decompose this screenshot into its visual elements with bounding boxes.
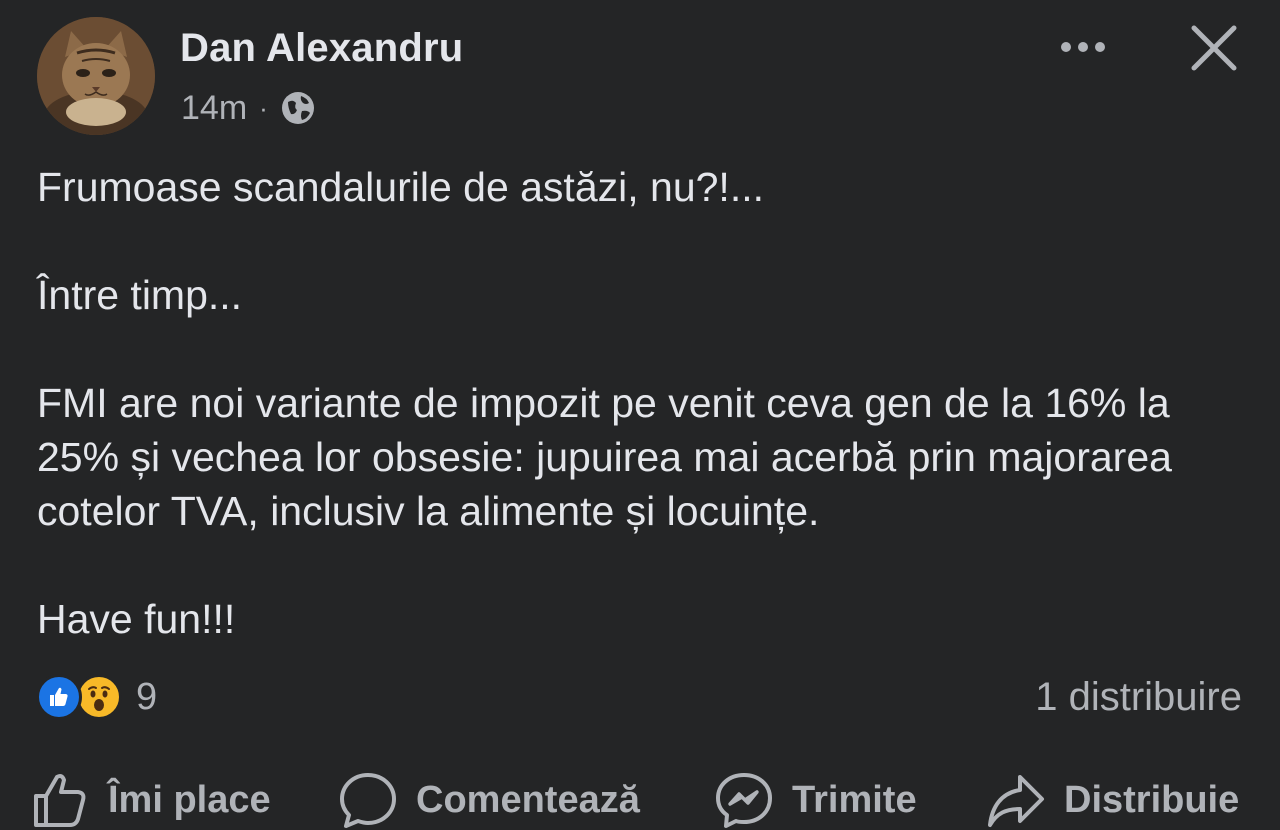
reaction-count: 9 [136, 675, 158, 718]
post-paragraph: Între timp... [37, 272, 243, 318]
avatar[interactable] [37, 17, 155, 135]
action-bar: Îmi place Comentează Trimite Distribuie [0, 770, 1280, 830]
like-button[interactable]: Îmi place [32, 770, 271, 830]
post-paragraph: FMI are noi variante de impozit pe venit… [37, 380, 1172, 534]
like-reaction-icon [36, 674, 82, 720]
share-button[interactable]: Distribuie [986, 770, 1239, 830]
more-options-button[interactable] [1055, 30, 1111, 64]
wow-reaction-icon [76, 674, 122, 720]
post-paragraph: Frumoase scandalurile de astăzi, nu?!... [37, 164, 764, 210]
post-paragraph: Have fun!!! [37, 596, 236, 642]
post-time[interactable]: 14m [181, 89, 247, 128]
send-label: Trimite [792, 778, 917, 821]
wow-face-icon [81, 679, 117, 715]
share-label: Distribuie [1064, 778, 1240, 821]
comment-button[interactable]: Comentează [338, 770, 640, 830]
globe-icon[interactable] [280, 90, 316, 126]
comment-bubble-icon [340, 773, 396, 828]
thumbs-up-icon [50, 687, 68, 706]
share-count[interactable]: 1 distribuire [1035, 673, 1242, 721]
more-dots-icon [1061, 42, 1105, 52]
comment-label: Comentează [416, 778, 640, 821]
post-body: Frumoase scandalurile de astăzi, nu?!...… [37, 160, 1257, 646]
meta-separator: · [259, 92, 268, 123]
post-meta: 14m · [181, 88, 316, 128]
reactions-summary[interactable]: 9 [36, 673, 157, 721]
share-arrow-icon [988, 775, 1044, 827]
like-label: Îmi place [108, 778, 271, 821]
thumbs-up-outline-icon [34, 774, 86, 827]
close-icon [1191, 25, 1237, 71]
messenger-icon [716, 773, 772, 828]
cat-avatar-image [37, 17, 155, 135]
send-button[interactable]: Trimite [714, 770, 917, 830]
author-name[interactable]: Dan Alexandru [180, 26, 463, 71]
close-button[interactable] [1188, 22, 1240, 74]
